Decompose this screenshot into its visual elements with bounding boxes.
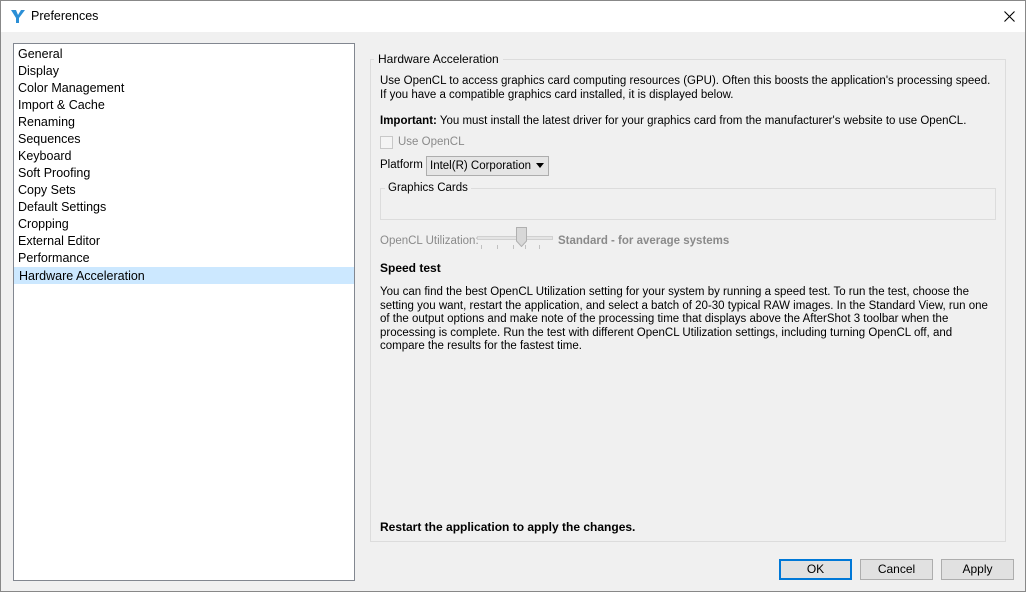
sidebar-item-performance[interactable]: Performance <box>14 250 354 267</box>
sidebar-item-import-cache[interactable]: Import & Cache <box>14 97 354 114</box>
utilization-value: Standard - for average systems <box>558 235 730 247</box>
sidebar-item-sequences[interactable]: Sequences <box>14 131 354 148</box>
aftershot-icon <box>9 8 26 25</box>
window-title: Preferences <box>31 9 99 23</box>
description-text: Use OpenCL to access graphics card compu… <box>380 75 991 101</box>
speed-test-heading: Speed test <box>380 261 441 275</box>
slider-tick <box>497 245 498 249</box>
graphics-cards-title: Graphics Cards <box>385 182 471 194</box>
sidebar-item-general[interactable]: General <box>14 46 354 63</box>
sidebar-item-soft-proofing[interactable]: Soft Proofing <box>14 165 354 182</box>
use-opencl-option[interactable]: Use OpenCL <box>380 135 464 149</box>
platform-value: Intel(R) Corporation <box>430 160 531 172</box>
chevron-down-icon <box>536 163 544 168</box>
sidebar-item-copy-sets[interactable]: Copy Sets <box>14 182 354 199</box>
slider-thumb[interactable] <box>516 227 527 247</box>
important-text: You must install the latest driver for y… <box>436 115 967 127</box>
use-opencl-label: Use OpenCL <box>398 136 465 148</box>
group-title: Hardware Acceleration <box>374 52 503 66</box>
speed-test-text: You can find the best OpenCL Utilization… <box>380 286 988 352</box>
platform-dropdown[interactable]: Intel(R) Corporation <box>426 156 549 176</box>
sidebar-item-hardware-acceleration[interactable]: Hardware Acceleration <box>14 267 354 284</box>
platform-label: Platform <box>380 159 423 171</box>
sidebar-item-cropping[interactable]: Cropping <box>14 216 354 233</box>
utilization-label: OpenCL Utilization: <box>380 235 479 247</box>
important-note: Important: You must install the latest d… <box>380 115 992 129</box>
sidebar-item-color-management[interactable]: Color Management <box>14 80 354 97</box>
ok-button[interactable]: OK <box>779 559 852 580</box>
apply-button[interactable]: Apply <box>941 559 1014 580</box>
sidebar-item-default-settings[interactable]: Default Settings <box>14 199 354 216</box>
sidebar-item-renaming[interactable]: Renaming <box>14 114 354 131</box>
slider-tick <box>481 245 482 249</box>
slider-track <box>477 236 553 240</box>
category-list[interactable]: General Display Color Management Import … <box>13 43 355 581</box>
cancel-button[interactable]: Cancel <box>860 559 933 580</box>
use-opencl-checkbox[interactable] <box>380 135 393 149</box>
sidebar-item-display[interactable]: Display <box>14 63 354 80</box>
slider-tick <box>539 245 540 249</box>
sidebar-item-external-editor[interactable]: External Editor <box>14 233 354 250</box>
preferences-window: Preferences General Display Color Manage… <box>0 0 1026 592</box>
title-bar: Preferences <box>1 1 1025 32</box>
restart-note: Restart the application to apply the cha… <box>380 520 636 534</box>
close-icon <box>1003 11 1015 22</box>
close-button[interactable] <box>993 1 1025 32</box>
utilization-slider[interactable] <box>477 227 553 253</box>
slider-tick <box>513 245 514 249</box>
sidebar-item-keyboard[interactable]: Keyboard <box>14 148 354 165</box>
important-label: Important: <box>380 115 437 127</box>
graphics-cards-group <box>380 188 996 220</box>
